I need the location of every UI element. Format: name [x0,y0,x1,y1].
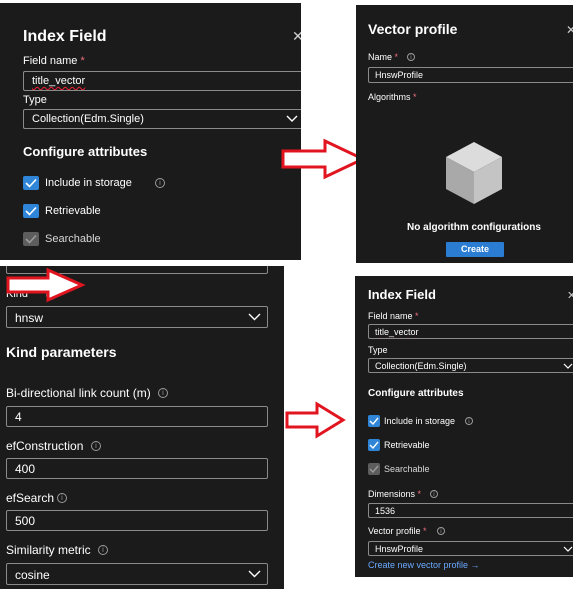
field-name-label: Field name * [23,55,85,67]
searchable-label: Searchable [45,233,101,245]
algorithms-label: Algorithms * [368,92,417,102]
dimensions-label: Dimensions * [368,489,422,499]
configure-attributes-heading: Configure attributes [23,144,148,159]
efsearch-value: 500 [15,514,36,528]
close-icon[interactable]: ✕ [567,289,573,302]
searchable-label: Searchable [384,464,430,474]
type-select[interactable]: Collection(Edm.Single) [368,358,573,373]
similarity-value: cosine [15,568,50,582]
cube-icon [446,142,502,204]
include-storage-label: Include in storage [384,416,456,426]
efconstruction-input[interactable]: 400 [6,458,268,479]
type-value: Collection(Edm.Single) [375,361,467,371]
info-icon: i [407,53,415,61]
chevron-down-icon [248,313,261,321]
configure-attributes-heading: Configure attributes [368,388,464,399]
type-label: Type [23,94,47,106]
include-storage-checkbox[interactable] [368,415,380,427]
efconstruction-value: 400 [15,462,36,476]
similarity-label: Similarity metric [6,543,91,557]
close-icon[interactable]: ✕ [292,29,301,45]
m-input[interactable]: 4 [6,406,268,427]
dimensions-value: 1536 [375,506,396,516]
checkmark-icon [369,417,379,426]
field-name-value: title_vector [375,327,419,337]
field-name-input[interactable]: title_vector [23,71,301,91]
panel-vector-profile: Vector profile ✕ Name * i HnswProfile Al… [356,5,573,263]
create-vector-profile-link[interactable]: Create new vector profile → [368,560,480,570]
info-icon: i [430,490,438,498]
name-value: HnswProfile [375,70,424,80]
field-name-label: Field name * [368,311,419,321]
kind-select[interactable]: hnsw [6,306,268,328]
checkmark-icon [369,465,379,474]
chevron-down-icon [563,363,573,369]
field-name-input[interactable]: title_vector [368,324,573,339]
m-value: 4 [15,410,22,424]
similarity-select[interactable]: cosine [6,563,268,585]
close-icon[interactable]: ✕ [566,23,573,37]
type-select[interactable]: Collection(Edm.Single) [23,109,301,129]
kind-parameters-heading: Kind parameters [6,344,117,360]
efsearch-label: efSearch [6,491,55,505]
checkmark-icon [25,206,37,216]
panel-index-field-bottom: Index Field ✕ Field name * title_vector … [355,276,573,577]
retrievable-checkbox[interactable] [368,439,380,451]
name-input[interactable]: HnswProfile [368,67,573,83]
field-name-value: title_vector [32,75,86,87]
efsearch-input[interactable]: 500 [6,510,268,531]
empty-state-text: No algorithm configurations [407,222,541,233]
info-icon: i [98,545,108,555]
type-label: Type [368,345,388,355]
red-arrow-icon [281,138,367,180]
vector-profile-select[interactable]: HnswProfile [368,541,573,556]
panel-title: Index Field [368,287,436,302]
checkmark-icon [25,178,37,188]
red-arrow-icon [6,267,86,303]
checkmark-icon [369,441,379,450]
retrievable-label: Retrievable [45,205,101,217]
panel-title: Index Field [23,28,107,45]
searchable-checkbox[interactable] [368,463,380,475]
panel-kind-parameters: Kind i hnsw Kind parameters Bi-direction… [0,266,284,589]
vector-profile-label: Vector profile * [368,526,427,536]
searchable-checkbox[interactable] [23,232,39,246]
kind-value: hnsw [15,311,44,325]
retrievable-checkbox[interactable] [23,204,39,218]
name-label: Name * [368,52,399,62]
panel-index-field-top: Index Field ✕ Field name * title_vector … [0,3,301,260]
red-arrow-icon [285,401,346,439]
info-icon: i [465,417,473,425]
info-icon: i [57,493,67,503]
vector-profile-value: HnswProfile [375,544,424,554]
retrievable-label: Retrievable [384,440,430,450]
chevron-down-icon [563,546,573,552]
info-icon: i [158,388,168,398]
info-icon: i [155,178,165,188]
chevron-down-icon [286,115,298,122]
chevron-down-icon [248,570,261,578]
include-storage-label: Include in storage [45,177,132,189]
create-button[interactable]: Create [446,242,504,257]
info-icon: i [91,441,101,451]
m-label: Bi-directional link count (m) [6,386,151,400]
type-value: Collection(Edm.Single) [32,113,144,125]
efconstruction-label: efConstruction [6,439,84,453]
include-storage-checkbox[interactable] [23,176,39,190]
panel-title: Vector profile [368,21,458,37]
dimensions-input[interactable]: 1536 [368,503,573,518]
info-icon: i [437,527,445,535]
checkmark-icon [25,234,37,244]
